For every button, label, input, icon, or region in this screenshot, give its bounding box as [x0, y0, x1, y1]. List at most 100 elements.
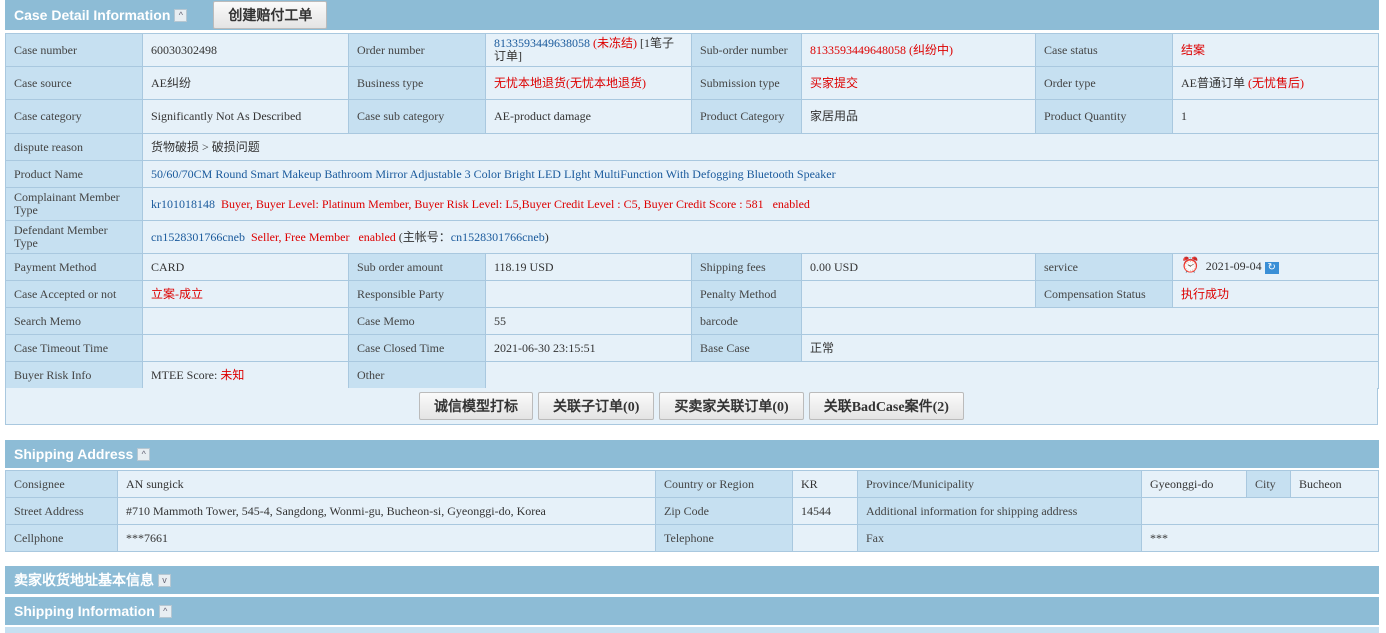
- country: KR: [792, 470, 858, 498]
- create-compensation-button[interactable]: 创建赔付工单: [213, 1, 328, 29]
- refresh-icon[interactable]: ↻: [1264, 262, 1279, 274]
- paren: ): [544, 229, 549, 244]
- label: Case Closed Time: [348, 334, 486, 362]
- label: Case Timeout Time: [5, 334, 143, 362]
- order-type-tag: (无忧售后): [1248, 75, 1304, 90]
- label: Fax: [857, 524, 1142, 552]
- order-type-cell: AE普通订单 (无忧售后): [1172, 66, 1379, 100]
- additional-info: [1141, 497, 1379, 525]
- province: Gyeonggi-do: [1141, 470, 1247, 498]
- label: Order type: [1035, 66, 1173, 100]
- related-badcase-button[interactable]: 关联BadCase案件(2): [808, 392, 964, 420]
- zip-code: 14544: [792, 497, 858, 525]
- buyer-id-link[interactable]: kr101018148: [151, 197, 215, 211]
- label: barcode: [691, 307, 802, 335]
- shipping-address-header: Shipping Address ^: [5, 440, 1379, 468]
- case-detail-table: Case number 60030302498 Order number 81335…: [5, 33, 1379, 389]
- seller-status: enabled: [358, 229, 396, 244]
- label: Zip Code: [655, 497, 793, 525]
- case-category: Significantly Not As Described: [142, 99, 349, 134]
- label: Cellphone: [5, 524, 118, 552]
- label: Product Quantity: [1035, 99, 1173, 134]
- shipping-address-table: Consignee AN sungick Country or Region KR …: [5, 470, 1379, 552]
- sub-order-amount: 118.19 USD: [485, 253, 692, 281]
- order-number-cell: 8133593449638058 (未冻结) [1笔子订单]: [485, 33, 692, 67]
- label: Search Memo: [5, 307, 143, 335]
- mtee-label: MTEE Score:: [151, 367, 218, 382]
- label: Complainant Member Type: [5, 187, 143, 221]
- case-timeout: [142, 334, 349, 362]
- label: Consignee: [5, 470, 118, 498]
- label: Other: [348, 361, 486, 389]
- buyer-seller-orders-button[interactable]: 买卖家关联订单(0): [659, 392, 804, 420]
- label: Case source: [5, 66, 143, 100]
- buyer-status: enabled: [772, 196, 810, 211]
- other: [485, 361, 1379, 389]
- buyer-risk-cell: MTEE Score: 未知: [142, 361, 349, 389]
- alarm-clock-icon: ⏰: [1181, 258, 1200, 274]
- integrity-model-button[interactable]: 诚信模型打标: [419, 392, 534, 420]
- compensation-status: 执行成功: [1172, 280, 1379, 308]
- label: Compensation Status: [1035, 280, 1173, 308]
- street-address: #710 Mammoth Tower, 545-4, Sangdong, Won…: [117, 497, 656, 525]
- freeze-status: (未冻结): [593, 36, 637, 50]
- shipping-info-body: [5, 627, 1379, 633]
- label: Case category: [5, 99, 143, 134]
- case-memo: 55: [485, 307, 692, 335]
- label: Order number: [348, 33, 486, 67]
- label: Case status: [1035, 33, 1173, 67]
- label: Buyer Risk Info: [5, 361, 143, 389]
- label: Telephone: [655, 524, 793, 552]
- label: Business type: [348, 66, 486, 100]
- product-name-link[interactable]: 50/60/70CM Round Smart Makeup Bathroom M…: [142, 160, 1379, 188]
- label: Case Memo: [348, 307, 486, 335]
- responsible-party: [485, 280, 692, 308]
- related-sub-orders-button[interactable]: 关联子订单(0): [538, 392, 655, 420]
- seller-address-header: 卖家收货地址基本信息 v: [5, 566, 1379, 594]
- shipping-info-title: Shipping Information: [14, 603, 155, 619]
- seller-info: Seller, Free Member: [250, 229, 350, 244]
- sub-order-link[interactable]: 8133593449648058: [810, 43, 906, 57]
- cellphone: ***7661: [117, 524, 656, 552]
- label: Sub order amount: [348, 253, 486, 281]
- label: Street Address: [5, 497, 118, 525]
- shipping-fees: 0.00 USD: [801, 253, 1036, 281]
- product-quantity: 1: [1172, 99, 1379, 134]
- case-closed-time: 2021-06-30 23:15:51: [485, 334, 692, 362]
- label: dispute reason: [5, 133, 143, 161]
- label: Product Name: [5, 160, 143, 188]
- label: Defendant Member Type: [5, 220, 143, 254]
- collapse-icon[interactable]: ^: [174, 8, 188, 22]
- label: service: [1035, 253, 1173, 281]
- collapse-icon[interactable]: ^: [137, 447, 151, 461]
- case-status: 结案: [1172, 33, 1379, 67]
- label: Case number: [5, 33, 143, 67]
- business-type: 无忧本地退货(无忧本地退货): [485, 66, 692, 100]
- expand-icon[interactable]: v: [158, 573, 171, 587]
- label: Submission type: [691, 66, 802, 100]
- buyer-info: Buyer, Buyer Level: Platinum Member, Buy…: [221, 196, 764, 211]
- service-date: 2021-09-04: [1205, 259, 1262, 273]
- label: Base Case: [691, 334, 802, 362]
- label: Case sub category: [348, 99, 486, 134]
- label: City: [1246, 470, 1291, 498]
- label: Sub-order number: [691, 33, 802, 67]
- label: Product Category: [691, 99, 802, 134]
- collapse-icon[interactable]: ^: [158, 604, 172, 618]
- main-account-label: (主帐号：: [398, 229, 451, 244]
- main-account-link[interactable]: cn1528301766cneb: [451, 230, 545, 244]
- order-number-link[interactable]: 8133593449638058: [494, 36, 590, 50]
- case-detail-header: Case Detail Information ^ 创建赔付工单: [5, 0, 1379, 30]
- shipping-info-header: Shipping Information ^: [5, 597, 1379, 625]
- payment-method: CARD: [142, 253, 349, 281]
- mtee-score: 未知: [220, 367, 245, 382]
- telephone: [792, 524, 858, 552]
- complainant-cell: kr101018148 Buyer, Buyer Level: Platinum…: [142, 187, 1379, 221]
- product-category: 家居用品: [801, 99, 1036, 134]
- sub-order-cell: 8133593449648058 (纠纷中): [801, 33, 1036, 67]
- base-case: 正常: [801, 334, 1379, 362]
- label: Additional information for shipping addr…: [857, 497, 1142, 525]
- seller-id-link[interactable]: cn1528301766cneb: [151, 230, 245, 244]
- city: Bucheon: [1290, 470, 1379, 498]
- consignee: AN sungick: [117, 470, 656, 498]
